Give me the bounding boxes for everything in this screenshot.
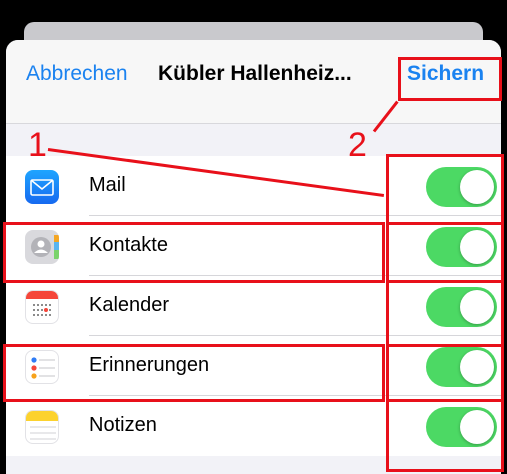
toggle-knob xyxy=(460,170,494,204)
notes-icon xyxy=(25,410,59,444)
list-item-contacts: Kontakte xyxy=(6,216,501,276)
list-item-label: Kontakte xyxy=(89,234,168,256)
list-item-notes: Notizen xyxy=(6,396,501,456)
page-title: Kübler Hallenheiz... xyxy=(158,62,352,85)
list-item-reminders: Erinnerungen xyxy=(6,336,501,396)
cancel-button[interactable]: Abbrechen xyxy=(26,62,128,86)
reminders-icon xyxy=(25,350,59,384)
mail-icon xyxy=(25,170,59,204)
list-item-calendar: Kalender xyxy=(6,276,501,336)
navigation-bar: Abbrechen Kübler Hallenheiz... Sichern xyxy=(6,40,501,124)
reminders-toggle[interactable] xyxy=(426,347,497,387)
list-item-label: Notizen xyxy=(89,414,157,436)
notes-toggle[interactable] xyxy=(426,407,497,447)
toggle-knob xyxy=(460,410,494,444)
toggle-knob xyxy=(460,230,494,264)
toggle-knob xyxy=(460,290,494,324)
list-item-label: Erinnerungen xyxy=(89,354,210,376)
list-item-label: Mail xyxy=(89,174,126,196)
calendar-icon xyxy=(25,290,59,324)
list-item-mail: Mail xyxy=(6,156,501,216)
contacts-icon xyxy=(25,230,59,264)
account-sheet: Abbrechen Kübler Hallenheiz... Sichern M… xyxy=(6,40,501,474)
annotation-number-2: 2 xyxy=(348,126,367,164)
annotation-number-1: 1 xyxy=(28,126,47,164)
mail-toggle[interactable] xyxy=(426,167,497,207)
list-item-label: Kalender xyxy=(89,294,170,316)
save-button[interactable]: Sichern xyxy=(407,62,484,86)
toggle-knob xyxy=(460,350,494,384)
sync-options-list: Mail Kontakte Kalender Erinnerungen Noti… xyxy=(6,156,501,456)
contacts-toggle[interactable] xyxy=(426,227,497,267)
calendar-toggle[interactable] xyxy=(426,287,497,327)
